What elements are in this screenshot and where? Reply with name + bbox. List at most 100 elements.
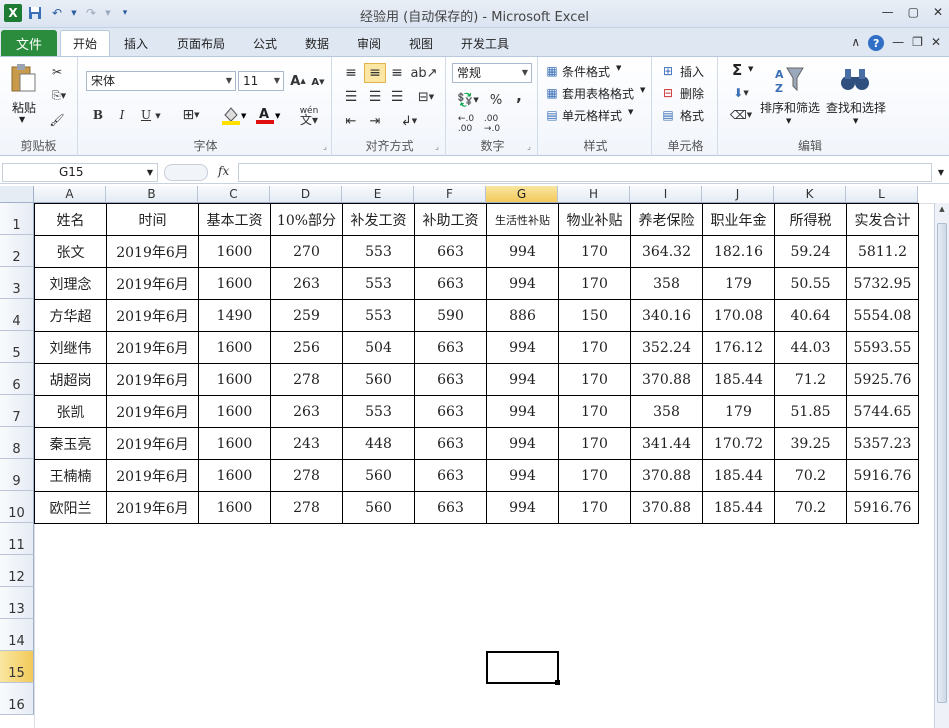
- header-cell[interactable]: 补发工资: [342, 203, 415, 236]
- header-cell[interactable]: 姓名: [34, 203, 107, 236]
- data-cell[interactable]: 1600: [198, 491, 271, 524]
- scrollbar-thumb[interactable]: [937, 223, 947, 703]
- data-cell[interactable]: 994: [486, 459, 559, 492]
- row-header-4[interactable]: 4: [0, 299, 34, 331]
- data-cell[interactable]: 70.2: [774, 459, 847, 492]
- header-cell[interactable]: 养老保险: [630, 203, 703, 236]
- find-select-icon[interactable]: [838, 63, 872, 97]
- row-header-8[interactable]: 8: [0, 427, 34, 459]
- data-cell[interactable]: 2019年6月: [106, 427, 199, 460]
- underline-button[interactable]: U: [138, 107, 154, 123]
- data-cell[interactable]: 504: [342, 331, 415, 364]
- conditional-formatting-button[interactable]: 条件格式: [562, 63, 610, 80]
- data-cell[interactable]: 553: [342, 235, 415, 268]
- merge-center-icon[interactable]: ⊟ ▼: [414, 89, 438, 105]
- data-cell[interactable]: 5732.95: [846, 267, 919, 300]
- data-cell[interactable]: 364.32: [630, 235, 703, 268]
- data-cell[interactable]: 994: [486, 491, 559, 524]
- formula-bar-expander[interactable]: [164, 164, 208, 181]
- tab-home[interactable]: 开始: [60, 30, 110, 56]
- row-header-13[interactable]: 13: [0, 587, 34, 619]
- data-cell[interactable]: 2019年6月: [106, 395, 199, 428]
- name-box[interactable]: G15 ▼: [2, 163, 158, 182]
- align-right-icon[interactable]: ☰: [388, 89, 406, 105]
- row-header-2[interactable]: 2: [0, 235, 34, 267]
- wrap-text-icon[interactable]: ↲ ▼: [396, 113, 422, 129]
- format-as-table-icon[interactable]: ▦: [544, 85, 560, 101]
- data-cell[interactable]: 欧阳兰: [34, 491, 107, 524]
- autosum-dropdown-icon[interactable]: ▼: [748, 65, 753, 73]
- data-cell[interactable]: 263: [270, 395, 343, 428]
- data-cell[interactable]: 352.24: [630, 331, 703, 364]
- data-cell[interactable]: 185.44: [702, 491, 775, 524]
- align-middle-icon[interactable]: ≡: [364, 63, 386, 83]
- data-cell[interactable]: 663: [414, 331, 487, 364]
- format-as-table-button[interactable]: 套用表格格式: [562, 85, 634, 102]
- data-cell[interactable]: 5744.65: [846, 395, 919, 428]
- row-header-6[interactable]: 6: [0, 363, 34, 395]
- column-header-f[interactable]: F: [414, 186, 486, 203]
- data-cell[interactable]: 994: [486, 235, 559, 268]
- bold-button[interactable]: B: [90, 107, 106, 123]
- data-cell[interactable]: 刘继伟: [34, 331, 107, 364]
- data-cell[interactable]: 358: [630, 395, 703, 428]
- data-cell[interactable]: 40.64: [774, 299, 847, 332]
- data-cell[interactable]: 179: [702, 267, 775, 300]
- copy-icon[interactable]: ⎘▾: [50, 89, 68, 103]
- maximize-button[interactable]: ▢: [908, 5, 919, 19]
- row-header-12[interactable]: 12: [0, 555, 34, 587]
- data-cell[interactable]: 560: [342, 459, 415, 492]
- data-cell[interactable]: 1600: [198, 331, 271, 364]
- data-cell[interactable]: 560: [342, 363, 415, 396]
- underline-dropdown-icon[interactable]: ▼: [154, 109, 162, 123]
- data-cell[interactable]: 278: [270, 363, 343, 396]
- header-cell[interactable]: 生活性补贴: [486, 203, 559, 236]
- data-cell[interactable]: 1600: [198, 363, 271, 396]
- data-cell[interactable]: 2019年6月: [106, 235, 199, 268]
- find-select-button[interactable]: 查找和选择: [826, 99, 886, 116]
- minimize-button[interactable]: —: [882, 5, 894, 19]
- delete-cells-icon[interactable]: ⊟: [660, 85, 676, 101]
- column-header-a[interactable]: A: [34, 186, 106, 203]
- data-cell[interactable]: 张文: [34, 235, 107, 268]
- data-cell[interactable]: 341.44: [630, 427, 703, 460]
- data-cell[interactable]: 663: [414, 427, 487, 460]
- comma-style-button[interactable]: ,: [512, 87, 526, 105]
- row-header-10[interactable]: 10: [0, 491, 34, 523]
- increase-indent-icon[interactable]: ⇥: [366, 113, 384, 129]
- data-cell[interactable]: 179: [702, 395, 775, 428]
- row-header-9[interactable]: 9: [0, 459, 34, 491]
- column-header-l[interactable]: L: [846, 186, 918, 203]
- data-cell[interactable]: 560: [342, 491, 415, 524]
- clear-icon[interactable]: ⌫ ▼: [730, 107, 752, 123]
- data-cell[interactable]: 方华超: [34, 299, 107, 332]
- data-cell[interactable]: 王楠楠: [34, 459, 107, 492]
- header-cell[interactable]: 时间: [106, 203, 199, 236]
- tab-file[interactable]: 文件: [1, 30, 57, 56]
- row-header-14[interactable]: 14: [0, 619, 34, 651]
- data-cell[interactable]: 1600: [198, 427, 271, 460]
- font-size-select[interactable]: 11 ▼: [238, 71, 284, 91]
- data-cell[interactable]: 590: [414, 299, 487, 332]
- data-cell[interactable]: 553: [342, 267, 415, 300]
- workbook-restore-icon[interactable]: ❐: [912, 35, 923, 51]
- data-cell[interactable]: 259: [270, 299, 343, 332]
- close-button[interactable]: ✕: [933, 5, 943, 19]
- data-cell[interactable]: 5925.76: [846, 363, 919, 396]
- data-cell[interactable]: 243: [270, 427, 343, 460]
- data-cell[interactable]: 51.85: [774, 395, 847, 428]
- data-cell[interactable]: 2019年6月: [106, 459, 199, 492]
- data-cell[interactable]: 170: [558, 459, 631, 492]
- column-header-i[interactable]: I: [630, 186, 702, 203]
- data-cell[interactable]: 170: [558, 331, 631, 364]
- cut-icon[interactable]: ✂: [50, 65, 64, 79]
- sort-filter-button[interactable]: 排序和筛选: [760, 99, 820, 116]
- column-header-g[interactable]: G: [486, 186, 558, 203]
- data-cell[interactable]: 663: [414, 459, 487, 492]
- align-center-icon[interactable]: ☰: [366, 89, 384, 105]
- data-cell[interactable]: 370.88: [630, 459, 703, 492]
- tab-developer[interactable]: 开发工具: [454, 30, 516, 56]
- font-name-select[interactable]: 宋体 ▼: [86, 71, 236, 91]
- data-cell[interactable]: 5593.55: [846, 331, 919, 364]
- data-cell[interactable]: 70.2: [774, 491, 847, 524]
